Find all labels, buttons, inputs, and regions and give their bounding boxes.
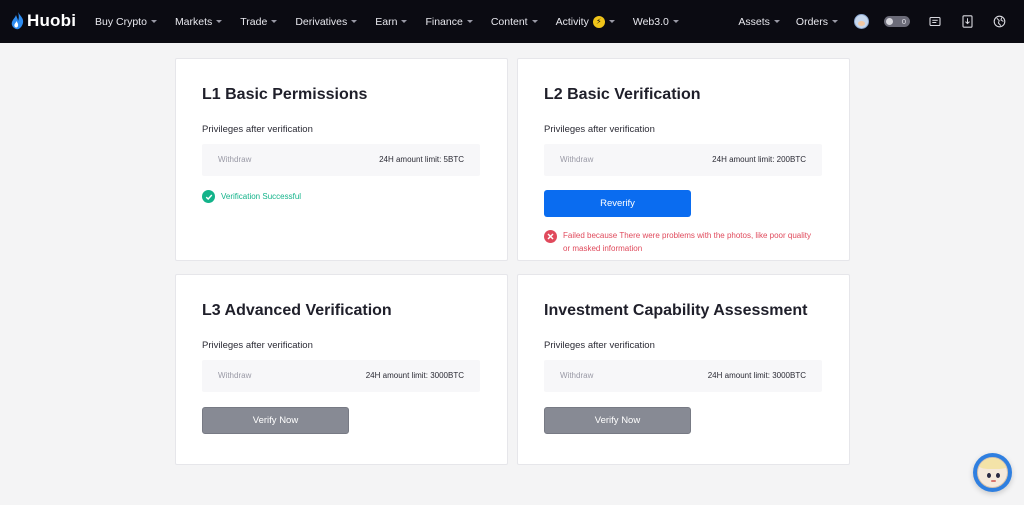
user-avatar[interactable] [854, 14, 869, 29]
verification-card-l2: L2 Basic Verification Privileges after v… [517, 58, 850, 261]
nav-item-markets[interactable]: Markets [174, 15, 223, 28]
chevron-down-icon [216, 20, 223, 23]
nav-item-trade[interactable]: Trade [240, 15, 278, 28]
nav-item-content[interactable]: Content [491, 16, 538, 28]
nav-item-earn[interactable]: Earn [375, 15, 408, 28]
top-navigation-bar: Huobi Buy Crypto Markets Trade Derivativ… [0, 0, 1024, 43]
nav-item-activity[interactable]: Activity ⚡ [555, 15, 615, 28]
card-title: L3 Advanced Verification [202, 302, 392, 319]
success-status: Verification Successful [202, 190, 301, 203]
nav-item-finance[interactable]: Finance [425, 15, 473, 28]
card-title: L2 Basic Verification [544, 86, 701, 103]
notification-toggle[interactable]: 0 [884, 16, 910, 27]
error-message-line: Failed because There were problems with … [563, 231, 811, 240]
huobi-flame-icon [11, 12, 24, 30]
privilege-row: Withdraw 24H amount limit: 5BTC [202, 144, 480, 176]
privilege-row: Withdraw 24H amount limit: 3000BTC [202, 360, 480, 392]
nav-item-label: Derivatives [295, 15, 348, 28]
globe-icon[interactable] [992, 15, 1006, 29]
chevron-down-icon [608, 20, 615, 23]
main-nav-menu: Buy Crypto Markets Trade Derivatives Ear… [95, 0, 697, 43]
chevron-down-icon [773, 20, 780, 23]
verification-card-l3: L3 Advanced Verification Privileges afte… [175, 274, 508, 465]
chevron-down-icon [351, 20, 358, 23]
check-circle-icon [202, 190, 215, 203]
card-title: L1 Basic Permissions [202, 86, 368, 103]
nav-item-label: Orders [795, 15, 828, 28]
privilege-label: Withdraw [218, 371, 252, 380]
brand-logo[interactable]: Huobi [11, 10, 76, 32]
nav-item-web3[interactable]: Web3.0 [633, 16, 679, 28]
card-title: Investment Capability Assessment [544, 302, 808, 319]
lightning-badge-icon: ⚡ [592, 15, 605, 28]
error-message: Failed because There were problems with … [563, 229, 811, 255]
status-text: Verification Successful [221, 192, 302, 201]
privilege-row: Withdraw 24H amount limit: 3000BTC [544, 360, 822, 392]
verify-now-button[interactable]: Verify Now [544, 407, 691, 434]
card-subtitle: Privileges after verification [544, 340, 655, 351]
nav-right-group: Assets Orders 0 [738, 0, 1024, 43]
chevron-down-icon [672, 20, 679, 23]
nav-item-label: Buy Crypto [95, 15, 147, 28]
card-subtitle: Privileges after verification [202, 340, 313, 351]
privilege-label: Withdraw [560, 155, 594, 164]
privilege-label: Withdraw [218, 155, 252, 164]
download-icon[interactable] [960, 15, 974, 29]
chevron-down-icon [401, 20, 408, 23]
message-icon[interactable] [928, 15, 942, 29]
nav-item-label: Assets [738, 15, 770, 28]
x-circle-icon [544, 230, 557, 243]
privilege-value: 24H amount limit: 200BTC [712, 155, 806, 164]
card-subtitle: Privileges after verification [544, 124, 655, 135]
nav-item-label: Content [490, 15, 528, 28]
privilege-label: Withdraw [560, 371, 594, 380]
error-message-line: or masked information [563, 244, 643, 253]
privilege-value: 24H amount limit: 3000BTC [707, 371, 806, 380]
nav-item-buy-crypto[interactable]: Buy Crypto [95, 16, 157, 28]
investment-assessment-card: Investment Capability Assessment Privile… [517, 274, 850, 465]
support-assistant-icon [977, 457, 1008, 488]
nav-item-label: Markets [174, 15, 213, 28]
nav-item-orders[interactable]: Orders [796, 16, 838, 28]
nav-item-label: Trade [240, 15, 268, 28]
chevron-down-icon [150, 20, 157, 23]
support-assistant-button[interactable] [973, 453, 1012, 492]
nav-item-derivatives[interactable]: Derivatives [295, 15, 358, 28]
reverify-button[interactable]: Reverify [544, 190, 691, 217]
privilege-row: Withdraw 24H amount limit: 200BTC [544, 144, 822, 176]
chevron-down-icon [832, 20, 838, 23]
privilege-value: 24H amount limit: 5BTC [379, 155, 464, 164]
verify-now-button[interactable]: Verify Now [202, 407, 349, 434]
chevron-down-icon [466, 20, 473, 23]
card-subtitle: Privileges after verification [202, 124, 313, 135]
privilege-value: 24H amount limit: 3000BTC [365, 371, 464, 380]
chevron-down-icon [531, 20, 538, 23]
error-status: Failed because There were problems with … [544, 229, 824, 255]
nav-item-label: Finance [425, 15, 463, 28]
nav-item-label: Activity [555, 15, 589, 28]
brand-name: Huobi [27, 11, 77, 30]
toggle-count: 0 [901, 17, 906, 26]
nav-item-label: Earn [375, 15, 398, 28]
chevron-down-icon [271, 20, 278, 23]
nav-item-assets[interactable]: Assets [738, 16, 780, 28]
verification-card-l1: L1 Basic Permissions Privileges after ve… [175, 58, 508, 261]
nav-item-label: Web3.0 [632, 15, 669, 28]
